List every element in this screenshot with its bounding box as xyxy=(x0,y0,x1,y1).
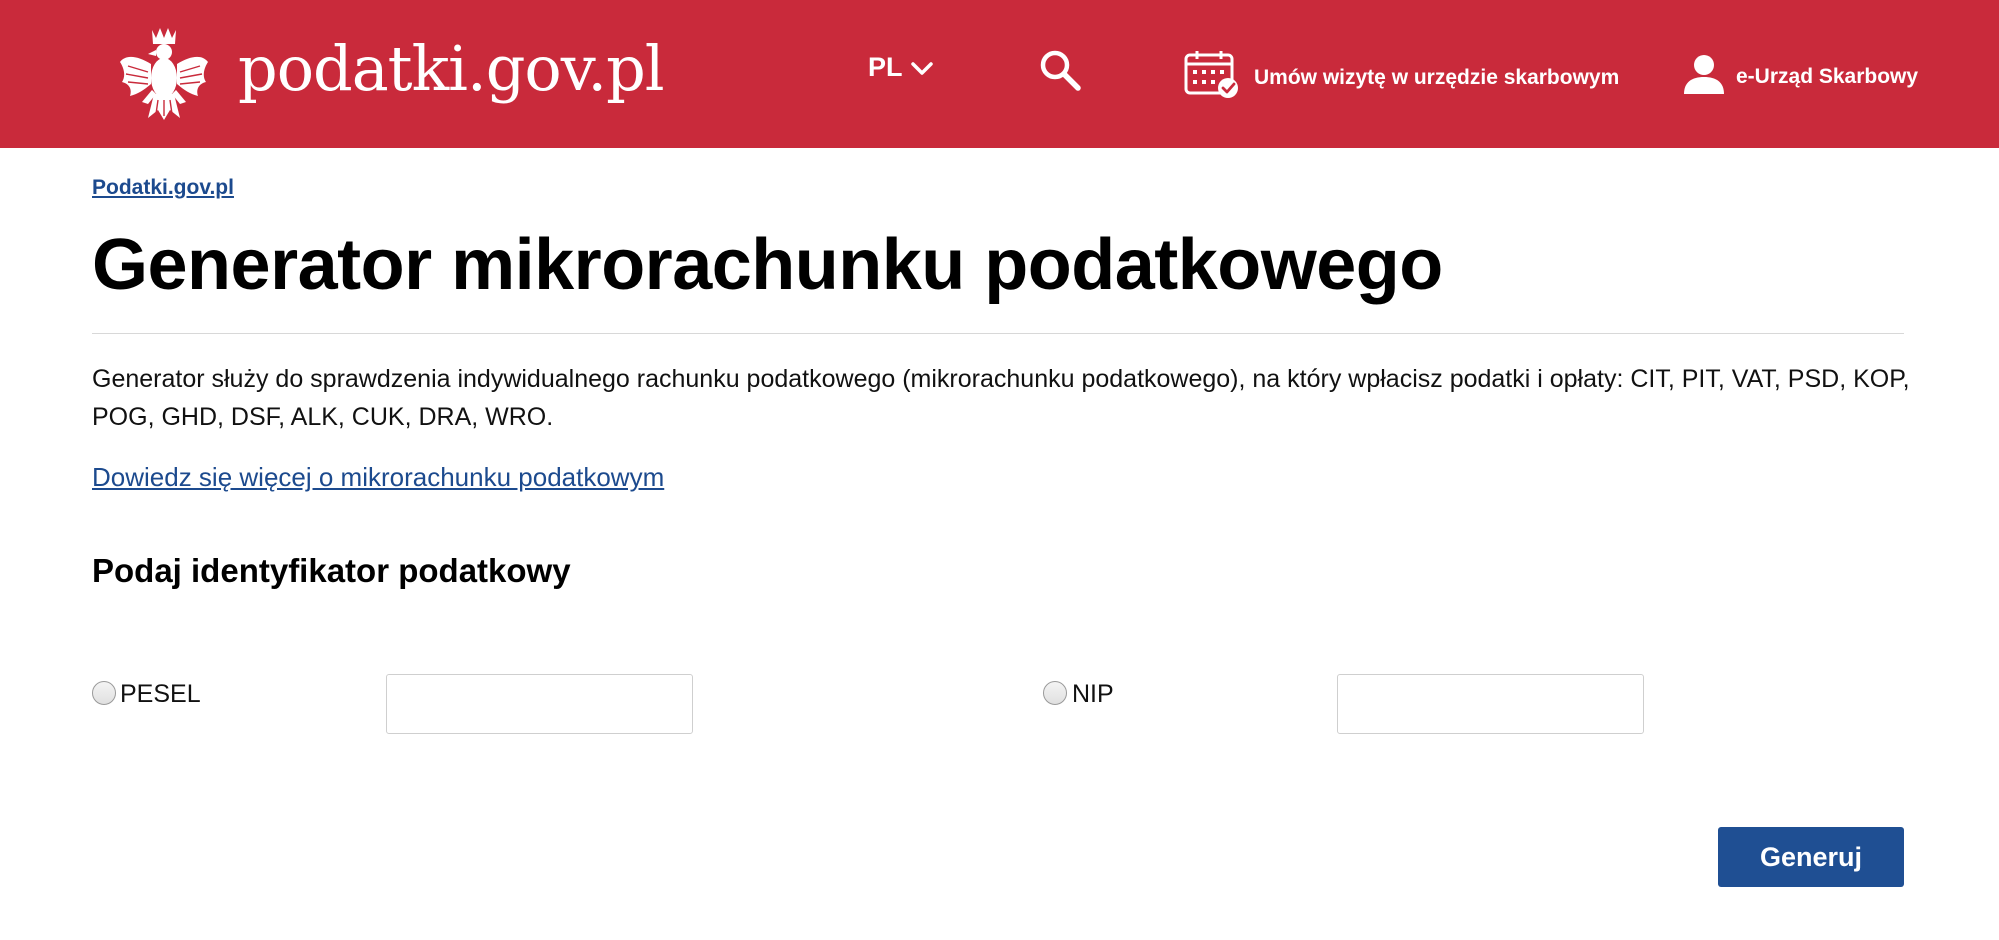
learn-more-link[interactable]: Dowiedz się więcej o mikrorachunku podat… xyxy=(92,462,664,493)
logo-text: podatki.gov.pl xyxy=(238,32,665,105)
e-urzad-skarbowy-link[interactable]: e-Urząd Skarbowy xyxy=(1682,52,1918,102)
nip-radio[interactable] xyxy=(1043,681,1067,705)
pesel-radio[interactable] xyxy=(92,681,116,705)
user-icon xyxy=(1682,52,1726,102)
search-button[interactable] xyxy=(1038,48,1082,97)
nip-label: NIP xyxy=(1072,680,1114,708)
calendar-check-icon xyxy=(1184,50,1240,106)
generate-button[interactable]: Generuj xyxy=(1718,827,1904,887)
chevron-down-icon xyxy=(903,52,933,83)
top-bar: podatki.gov.pl PL Umów wizytę w urzędzie… xyxy=(0,0,1999,148)
language-selector[interactable]: PL xyxy=(868,52,933,83)
section-title: Podaj identyfikator podatkowy xyxy=(92,552,571,589)
home-logo-link[interactable]: podatki.gov.pl xyxy=(118,24,665,122)
search-icon xyxy=(1038,50,1082,96)
nip-input[interactable] xyxy=(1337,674,1644,734)
book-visit-label: Umów wizytę w urzędzie skarbowym xyxy=(1254,66,1620,89)
language-label: PL xyxy=(868,52,903,82)
pesel-input[interactable] xyxy=(386,674,693,734)
page-description: Generator służy do sprawdzenia indywidua… xyxy=(92,365,1910,431)
book-visit-link[interactable]: Umów wizytę w urzędzie skarbowym xyxy=(1184,50,1619,106)
page-title: Generator mikrorachunku podatkowego xyxy=(92,225,1443,305)
breadcrumb-home-link[interactable]: Podatki.gov.pl xyxy=(92,176,234,200)
title-divider xyxy=(92,333,1904,334)
e-urzad-skarbowy-label: e-Urząd Skarbowy xyxy=(1736,65,1919,88)
pesel-label: PESEL xyxy=(120,680,201,708)
polish-eagle-icon xyxy=(118,24,210,122)
